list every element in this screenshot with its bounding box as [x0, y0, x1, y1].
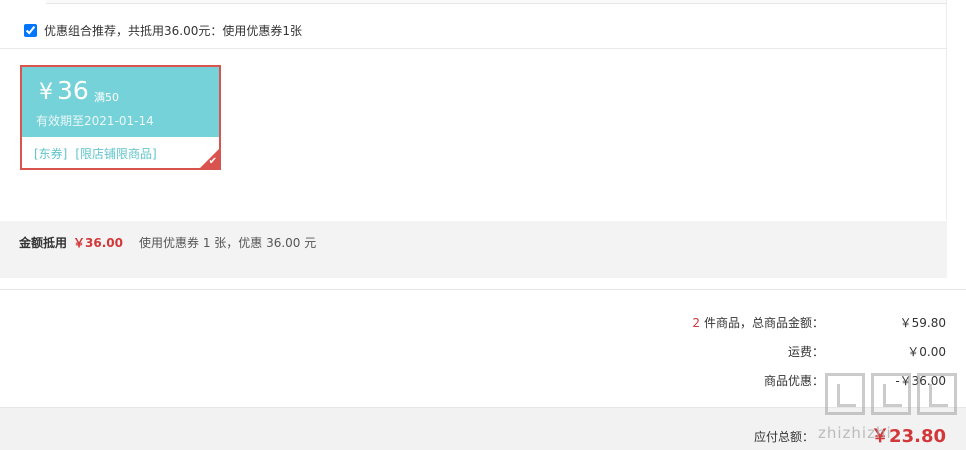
section-divider [0, 48, 946, 49]
discount-value: -￥36.00 [895, 374, 946, 388]
goods-total-value: ￥59.80 [899, 316, 946, 330]
coupon-panel: 优惠组合推荐，共抵用36.00元：使用优惠券1张 ¥36 满50 有效期至202… [0, 0, 947, 220]
totals-divider [0, 289, 966, 290]
top-divider-strip [46, 0, 946, 4]
coupon-amount-value: 36 [57, 76, 89, 105]
check-icon: ✔ [208, 156, 217, 167]
goods-label-text: 件商品，总商品金额： [703, 316, 824, 330]
coupon-validity: 有效期至2021-01-14 [36, 114, 154, 128]
summary-label: 金额抵用 [19, 236, 68, 250]
summary-amount: ￥36.00 [73, 236, 123, 250]
discount-label: 商品优惠： [763, 374, 824, 388]
coupon-threshold: 满50 [94, 91, 119, 104]
shipping-row: 运费： ￥0.00 [0, 343, 966, 363]
coupon-header: ¥36 满50 有效期至2021-01-14 [22, 67, 219, 137]
coupon-amount: ¥36 [39, 76, 89, 108]
discount-summary-bar: 金额抵用 ￥36.00 使用优惠券 1 张，优惠 36.00 元 [0, 221, 947, 278]
combo-recommendation[interactable]: 优惠组合推荐，共抵用36.00元：使用优惠券1张 [22, 20, 302, 40]
shipping-label: 运费： [787, 345, 824, 359]
coupon-tag-scope: [限店铺限商品] [75, 147, 157, 161]
coupon-tag-type: [东券] [34, 147, 68, 161]
combo-text: 优惠组合推荐，共抵用36.00元：使用优惠券1张 [44, 23, 302, 38]
summary-description: 使用优惠券 1 张，优惠 36.00 元 [139, 236, 317, 250]
goods-count: 2 [692, 316, 700, 330]
combo-checkbox[interactable] [24, 23, 37, 37]
coupon-tags: [东券] [限店铺限商品] [34, 145, 157, 162]
discount-row: 商品优惠： -￥36.00 [0, 372, 966, 392]
payable-label: 应付总额： [753, 430, 814, 444]
coupon-card[interactable]: ¥36 满50 有效期至2021-01-14 [东券] [限店铺限商品] ✔ [20, 65, 221, 170]
payable-total-bar: 应付总额： ￥23.80 [0, 407, 966, 450]
payable-value: ￥23.80 [871, 426, 946, 447]
goods-total-label: 2 件商品，总商品金额： [692, 314, 824, 331]
shipping-value: ￥0.00 [907, 345, 946, 359]
goods-total-row: 2 件商品，总商品金额： ￥59.80 [0, 314, 966, 334]
coupon-currency: ¥ [39, 80, 53, 105]
